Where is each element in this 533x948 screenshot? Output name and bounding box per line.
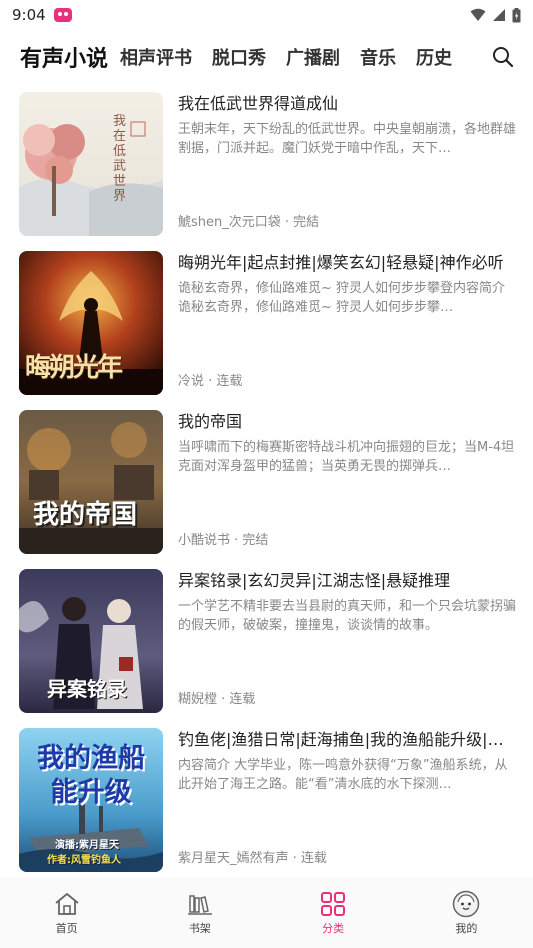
cover-title-text: 我的渔船能升级: [37, 743, 145, 808]
tab-radio-drama[interactable]: 广播剧: [286, 44, 340, 70]
bookshelf-icon: [187, 895, 212, 915]
app-notification-icon: [53, 8, 72, 22]
cover-author-text: 作者:风雪钓鱼人: [47, 855, 121, 866]
book-info: 我在低武世界得道成仙 王朝末年，天下纷乱的低武世界。中央皇朝崩溃，各地群雄割据，…: [178, 92, 518, 236]
status-indicators: [470, 7, 521, 23]
book-info: 异案铭录|玄幻灵异|江湖志怪|悬疑推理 一个学艺不精非要去当县尉的真天师，和一个…: [178, 569, 518, 713]
bottom-navigation: 首页 书架 分类 我的: [0, 878, 533, 948]
book-description: 内容简介 大学毕业，陈一鸣意外获得“万象”渔船系统，从此开始了海王之路。能“看”…: [178, 758, 508, 792]
cover-title-text: 异案铭录: [47, 677, 127, 701]
tab-crosstalk[interactable]: 相声评书: [120, 44, 192, 70]
book-narrator-status: 紫月星天_嫣然有声 · 连载: [178, 851, 327, 866]
book-cover[interactable]: 我在低武世界: [19, 92, 163, 236]
book-cover[interactable]: 我的帝国: [19, 410, 163, 554]
battery-icon: [512, 7, 521, 22]
nav-home-label: 首页: [55, 922, 78, 935]
tab-music[interactable]: 音乐: [360, 44, 396, 70]
book-info: 晦朔光年|起点封推|爆笑玄幻|轻悬疑|神作必听 诡秘玄奇界，修仙路难觅~ 狩灵人…: [178, 251, 518, 395]
book-list-item[interactable]: 我的帝国 我的帝国 当呼啸而下的梅赛斯密特战斗机冲向振翅的巨龙；当M-4坦克面对…: [0, 410, 533, 556]
status-time: 9:04: [12, 6, 46, 24]
book-title[interactable]: 晦朔光年|起点封推|爆笑玄幻|轻悬疑|神作必听: [178, 252, 518, 274]
book-description: 诡秘玄奇界，修仙路难觅~ 狩灵人如何步步攀登内容简介 诡秘玄奇界，修仙路难觅~ …: [178, 281, 506, 315]
wifi-icon: [470, 8, 486, 21]
book-narrator-status: 小酷说书 · 完结: [178, 533, 269, 548]
book-description: 当呼啸而下的梅赛斯密特战斗机冲向振翅的巨龙；当M-4坦克面对浑身盔甲的猛兽；当英…: [178, 440, 515, 474]
book-narrator-status: 鯱shen_次元口袋 · 完結: [178, 215, 320, 230]
book-description: 王朝末年，天下纷乱的低武世界。中央皇朝崩溃，各地群雄割据，门派并起。魔门妖党于暗…: [178, 122, 517, 156]
status-bar: 9:04: [0, 0, 533, 30]
book-list-item[interactable]: 晦朔光年 晦朔光年|起点封推|爆笑玄幻|轻悬疑|神作必听 诡秘玄奇界，修仙路难觅…: [0, 251, 533, 397]
tab-talk-show[interactable]: 脱口秀: [212, 44, 266, 70]
nav-category[interactable]: 分类: [267, 878, 400, 948]
book-cover[interactable]: 异案铭录: [19, 569, 163, 713]
book-title[interactable]: 异案铭录|玄幻灵异|江湖志怪|悬疑推理: [178, 570, 518, 592]
nav-bookshelf[interactable]: 书架: [133, 878, 266, 948]
cover-title-text: 我在低武世界: [113, 114, 127, 204]
tab-audio-novel[interactable]: 有声小说: [20, 41, 108, 73]
nav-category-label: 分类: [322, 922, 345, 935]
cover-title-text: 我的帝国: [33, 500, 138, 530]
tab-history[interactable]: 历史: [416, 44, 452, 70]
book-title[interactable]: 钓鱼佬|渔猎日常|赶海捕鱼|我的渔船能升级|…: [178, 729, 518, 751]
book-cover[interactable]: 晦朔光年: [19, 251, 163, 395]
search-icon[interactable]: [491, 45, 515, 69]
book-title[interactable]: 我在低武世界得道成仙: [178, 93, 518, 115]
book-title[interactable]: 我的帝国: [178, 411, 518, 433]
cover-title-text: 晦朔光年: [25, 353, 123, 383]
book-list-item[interactable]: 异案铭录 异案铭录|玄幻灵异|江湖志怪|悬疑推理 一个学艺不精非要去当县尉的真天…: [0, 569, 533, 715]
book-info: 我的帝国 当呼啸而下的梅赛斯密特战斗机冲向振翅的巨龙；当M-4坦克面对浑身盔甲的…: [178, 410, 518, 554]
cover-narrator-text: 演播:紫月星天: [55, 840, 119, 851]
signal-icon: [493, 9, 505, 21]
nav-bookshelf-label: 书架: [188, 922, 211, 935]
book-description: 一个学艺不精非要去当县尉的真天师，和一个只会坑蒙拐骗的假天师，破破案，撞撞鬼，谈…: [178, 599, 517, 633]
nav-home[interactable]: 首页: [0, 878, 133, 948]
home-icon: [55, 893, 79, 915]
nav-profile[interactable]: 我的: [400, 878, 533, 948]
profile-avatar-icon: [453, 890, 480, 918]
book-narrator-status: 糊婗樘 · 连载: [178, 692, 256, 707]
book-info: 钓鱼佬|渔猎日常|赶海捕鱼|我的渔船能升级|… 内容简介 大学毕业，陈一鸣意外获…: [178, 728, 518, 872]
nav-profile-label: 我的: [455, 922, 478, 935]
book-list-item[interactable]: 我的渔船能升级 演播:紫月星天 作者:风雪钓鱼人 钓鱼佬|渔猎日常|赶海捕鱼|我…: [0, 728, 533, 874]
book-list-item[interactable]: 我在低武世界 我在低武世界得道成仙 王朝末年，天下纷乱的低武世界。中央皇朝崩溃，…: [0, 92, 533, 238]
category-tab-bar: 有声小说 相声评书 脱口秀 广播剧 音乐 历史: [0, 38, 533, 76]
book-cover[interactable]: 我的渔船能升级 演播:紫月星天 作者:风雪钓鱼人: [19, 728, 163, 872]
book-narrator-status: 冷说 · 连载: [178, 374, 243, 389]
category-grid-icon: [321, 892, 346, 916]
